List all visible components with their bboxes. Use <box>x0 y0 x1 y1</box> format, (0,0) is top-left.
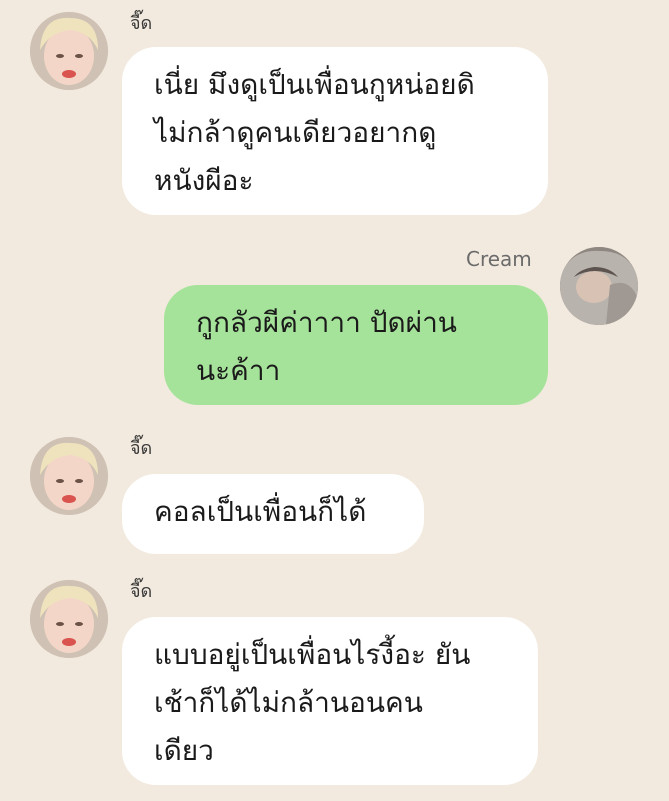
sender-name: จี๊ด <box>130 13 153 34</box>
sender-avatar[interactable] <box>30 12 108 90</box>
message-bubble[interactable]: คอลเป็นเพื่อนก็ได้ <box>122 474 424 554</box>
message-bubble[interactable]: แบบอยู่เป็นเพื่อนไรงี้อะ ยัน เช้าก็ได้ไม… <box>122 617 538 785</box>
sender-name: จี๊ด <box>130 581 153 602</box>
blond-boy-avatar-icon <box>30 580 108 658</box>
blond-boy-avatar-icon <box>30 437 108 515</box>
fur-hood-avatar-icon <box>560 247 638 325</box>
sender-avatar[interactable] <box>560 247 638 325</box>
message-bubble[interactable]: เนี่ย มึงดูเป็นเพื่อนกูหน่อยดิ ไม่กล้าดู… <box>122 47 548 215</box>
sender-name: จี๊ด <box>130 438 153 459</box>
sender-avatar[interactable] <box>30 437 108 515</box>
sender-name: Cream <box>466 247 532 271</box>
sender-avatar[interactable] <box>30 580 108 658</box>
blond-boy-avatar-icon <box>30 12 108 90</box>
message-bubble[interactable]: กูกลัวผีค่าาาา ปัดผ่าน นะค้าา <box>164 285 548 405</box>
